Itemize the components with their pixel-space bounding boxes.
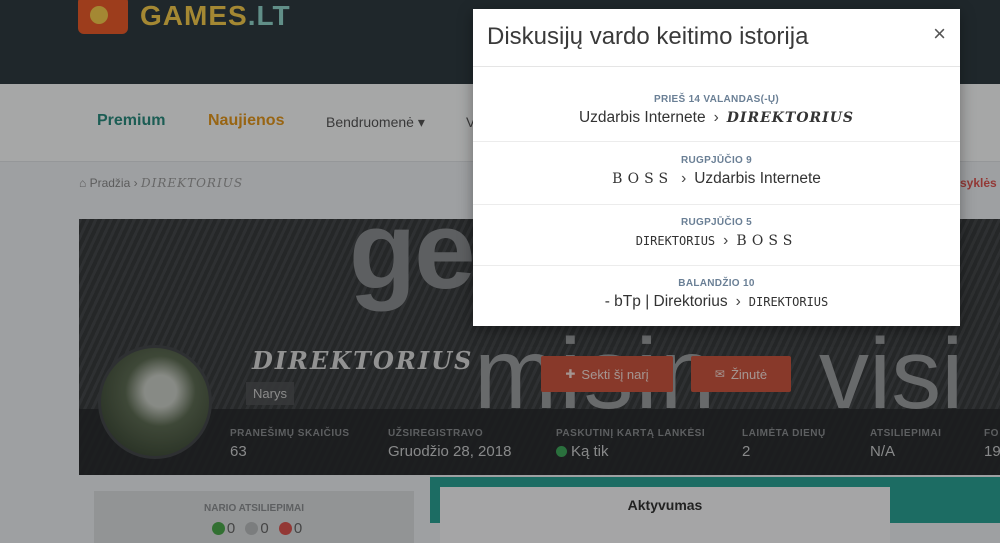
history-item: PRIEŠ 14 VALANDAS(-Ų) Uzdarbis Internete… xyxy=(473,94,960,142)
history-new-name: DIREKTORIUS xyxy=(748,295,829,309)
history-date: RUGPJŪČIO 5 xyxy=(680,217,753,228)
history-old-name: - bTp | Direktorius xyxy=(604,293,728,310)
history-new-name: Uzdarbis Internete xyxy=(694,170,821,187)
chevron-right-icon: › xyxy=(713,109,719,126)
chevron-right-icon: › xyxy=(723,232,729,249)
name-history-modal: Diskusijų vardo keitimo istorija × PRIEŠ… xyxy=(473,9,960,326)
history-old-name: DIREKTORIUS xyxy=(635,234,716,248)
history-new-name: DIREKTORIUS xyxy=(726,110,855,126)
history-item: RUGPJŪČIO 9 BOSS › Uzdarbis Internete xyxy=(473,155,960,205)
history-date: PRIEŠ 14 VALANDAS(-Ų) xyxy=(653,94,779,105)
modal-title: Diskusijų vardo keitimo istorija xyxy=(487,23,809,50)
history-date: RUGPJŪČIO 9 xyxy=(680,155,753,166)
history-date: BALANDŽIO 10 xyxy=(678,278,755,289)
history-old-name: BOSS xyxy=(612,171,674,187)
close-icon[interactable]: × xyxy=(933,21,946,47)
history-old-name: Uzdarbis Internete xyxy=(578,109,706,126)
chevron-right-icon: › xyxy=(681,170,687,187)
history-item: BALANDŽIO 10 - bTp | Direktorius › DIREKTO… xyxy=(473,278,960,324)
history-new-name: BOSS xyxy=(736,233,798,249)
chevron-right-icon: › xyxy=(735,293,741,310)
modal-divider xyxy=(473,66,960,67)
history-item: RUGPJŪČIO 5 DIREKTORIUS › BOSS xyxy=(473,217,960,266)
